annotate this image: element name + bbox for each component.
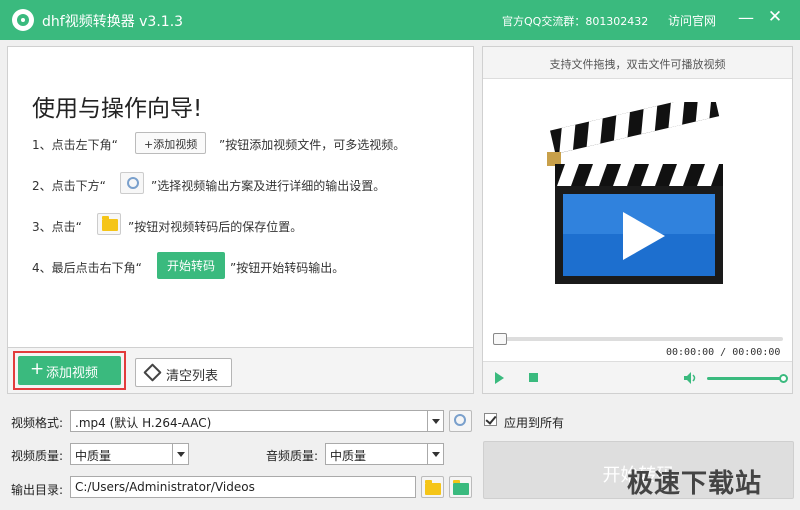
volume-slider-track[interactable] bbox=[707, 377, 785, 380]
guide-title: 使用与操作向导! bbox=[32, 96, 203, 122]
step3-text-after: ”按钮对视频转码后的保存位置。 bbox=[128, 220, 303, 234]
app-title: dhf视频转换器 v3.1.3 bbox=[42, 14, 184, 30]
format-settings-button[interactable] bbox=[449, 410, 472, 432]
guide-step-3: 3、点击“ bbox=[32, 220, 82, 234]
apply-all-label: 应用到所有 bbox=[504, 416, 565, 430]
format-value: .mp4 (默认 H.264-AAC) bbox=[75, 416, 212, 430]
close-button[interactable]: ✕ bbox=[765, 7, 785, 29]
playback-progress-handle[interactable] bbox=[493, 333, 507, 345]
format-label: 视频格式: bbox=[11, 416, 64, 430]
step4-start-sample: 开始转码 bbox=[157, 252, 226, 279]
step1-add-video-sample: +添加视频 bbox=[135, 132, 207, 154]
audio-quality-label: 音频质量: bbox=[266, 449, 319, 463]
folder-icon bbox=[102, 216, 118, 231]
chevron-down-icon[interactable] bbox=[427, 444, 443, 464]
step3-folder-sample bbox=[97, 213, 121, 235]
eraser-icon bbox=[143, 363, 162, 382]
minimize-button[interactable]: — bbox=[736, 8, 756, 30]
add-video-button[interactable]: + 添加视频 bbox=[18, 356, 121, 385]
logo-icon bbox=[12, 9, 34, 31]
step2-settings-sample bbox=[120, 172, 144, 194]
player-controls bbox=[483, 361, 792, 393]
output-dir-value: C:/Users/Administrator/Videos bbox=[75, 480, 255, 494]
audio-quality-select[interactable]: 中质量 bbox=[325, 443, 444, 465]
play-icon[interactable] bbox=[495, 372, 504, 384]
folder-icon bbox=[425, 480, 441, 495]
preview-hint: 支持文件拖拽，双击文件可播放视频 bbox=[483, 47, 792, 79]
output-dir-input[interactable]: C:/Users/Administrator/Videos bbox=[70, 476, 416, 498]
preview-panel[interactable]: 支持文件拖拽，双击文件可播放视频 00:00:00 / 00:00:00 bbox=[482, 46, 793, 394]
visit-website-link[interactable]: 访问官网 bbox=[668, 12, 716, 29]
choose-folder-button[interactable] bbox=[421, 476, 444, 498]
audio-quality-value: 中质量 bbox=[330, 449, 367, 463]
video-quality-select[interactable]: 中质量 bbox=[70, 443, 189, 465]
stop-icon[interactable] bbox=[529, 373, 538, 382]
chevron-down-icon[interactable] bbox=[427, 411, 443, 431]
volume-slider-knob[interactable] bbox=[779, 374, 788, 383]
app-window: dhf视频转换器 v3.1.3 官方QQ交流群：801302432 访问官网 —… bbox=[0, 0, 800, 510]
step1-text-after: ”按钮添加视频文件，可多选视频。 bbox=[219, 138, 406, 152]
clear-list-label: 清空列表 bbox=[166, 369, 219, 384]
video-quality-label: 视频质量: bbox=[11, 449, 64, 463]
highlight-frame: + 添加视频 bbox=[13, 351, 126, 390]
title-bar: dhf视频转换器 v3.1.3 官方QQ交流群：801302432 访问官网 —… bbox=[0, 0, 800, 40]
guide-step-4: 4、最后点击右下角“ bbox=[32, 261, 142, 275]
file-actions-bar: + 添加视频 清空列表 bbox=[7, 348, 474, 394]
step2-text-after: ”选择视频输出方案及进行详细的输出设置。 bbox=[151, 179, 386, 193]
open-folder-icon bbox=[453, 480, 469, 495]
guide-step-2: 2、点击下方“ bbox=[32, 179, 106, 193]
format-select[interactable]: .mp4 (默认 H.264-AAC) bbox=[70, 410, 444, 432]
settings-icon bbox=[454, 414, 466, 426]
add-video-label: 添加视频 bbox=[46, 366, 99, 381]
settings-icon bbox=[127, 177, 139, 189]
guide-step-1: 1、点击左下角“ bbox=[32, 136, 118, 153]
playback-time: 00:00:00 / 00:00:00 bbox=[666, 347, 781, 358]
watermark-logo: 极速下载站 bbox=[627, 469, 763, 499]
playback-progress-track[interactable] bbox=[493, 337, 783, 341]
apply-all-checkbox[interactable] bbox=[484, 413, 497, 426]
plus-icon: + bbox=[30, 359, 45, 379]
qq-group-text: 官方QQ交流群：801302432 bbox=[502, 15, 649, 28]
open-folder-button[interactable] bbox=[449, 476, 472, 498]
guide-panel: 使用与操作向导! 1、点击左下角“ +添加视频 ”按钮添加视频文件，可多选视频。… bbox=[7, 46, 474, 348]
clapperboard-icon bbox=[547, 102, 723, 284]
step1-text-before: 1、点击左下角“ bbox=[32, 138, 118, 152]
output-dir-label: 输出目录: bbox=[11, 483, 64, 497]
volume-icon[interactable] bbox=[683, 371, 697, 385]
chevron-down-icon[interactable] bbox=[172, 444, 188, 464]
clear-list-button[interactable]: 清空列表 bbox=[135, 358, 232, 387]
step4-text-after: ”按钮开始转码输出。 bbox=[230, 261, 345, 275]
video-quality-value: 中质量 bbox=[75, 449, 112, 463]
